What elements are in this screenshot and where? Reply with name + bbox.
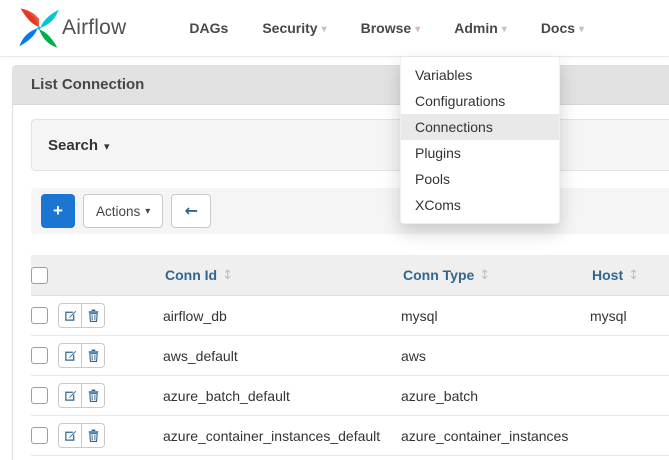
row-actions [58, 383, 105, 408]
search-toggle[interactable]: Search ▾ [31, 119, 669, 171]
trash-icon [88, 349, 99, 362]
menu-item-variables[interactable]: Variables [401, 62, 559, 88]
edit-icon [64, 349, 77, 362]
brand[interactable]: Airflow [18, 7, 126, 49]
edit-icon [64, 309, 77, 322]
edit-button[interactable] [59, 424, 81, 447]
edit-icon [64, 429, 77, 442]
delete-button[interactable] [81, 304, 104, 327]
menu-item-connections[interactable]: Connections [401, 114, 559, 140]
actions-button-label: Actions [96, 204, 140, 219]
nav-item-label: DAGs [189, 20, 228, 36]
actions-button[interactable]: Actions ▾ [83, 194, 163, 228]
list-connection-panel: List Connection Search ▾ + Actions ▾ ← [12, 65, 669, 460]
nav-item-label: Admin [454, 20, 498, 36]
row-actions [58, 423, 105, 448]
cell-conn-id: airflow_db [161, 308, 399, 324]
table-row: azure_batch_default azure_batch [31, 376, 669, 416]
search-label: Search [48, 137, 98, 154]
delete-button[interactable] [81, 384, 104, 407]
panel-body: Search ▾ + Actions ▾ ← [13, 105, 669, 460]
panel-heading: List Connection [13, 66, 669, 105]
edit-button[interactable] [59, 344, 81, 367]
airflow-app: Airflow DAGs Security ▾ Browse ▾ Admin ▾… [0, 0, 669, 460]
back-button[interactable]: ← [171, 194, 211, 228]
arrow-left-icon: ← [185, 203, 198, 219]
menu-item-pools[interactable]: Pools [401, 166, 559, 192]
caret-down-icon: ▾ [579, 24, 584, 35]
caret-down-icon: ▾ [415, 24, 420, 35]
brand-label: Airflow [62, 16, 126, 40]
select-all-checkbox[interactable] [31, 267, 48, 284]
caret-down-icon: ▾ [145, 206, 150, 217]
row-select-checkbox[interactable] [31, 427, 48, 444]
menu-item-configurations[interactable]: Configurations [401, 88, 559, 114]
cell-conn-id: azure_container_instances_default [161, 428, 399, 444]
cell-host: mysql [588, 308, 669, 324]
table-row: aws_default aws [31, 336, 669, 376]
cell-conn-type: azure_batch [399, 388, 588, 404]
cell-conn-id: aws_default [161, 348, 399, 364]
nav-item-label: Security [262, 20, 317, 36]
add-connection-button[interactable]: + [41, 194, 75, 228]
admin-dropdown-menu: Variables Configurations Connections Plu… [400, 57, 560, 224]
nav-item-browse[interactable]: Browse ▾ [344, 0, 438, 56]
column-header-label: Conn Id [165, 267, 217, 283]
nav-item-security[interactable]: Security ▾ [245, 0, 343, 56]
caret-down-icon: ▾ [104, 140, 110, 153]
plus-icon: + [53, 202, 63, 219]
trash-icon [88, 309, 99, 322]
menu-item-xcoms[interactable]: XComs [401, 192, 559, 218]
table-header-row: Conn Id ↕ Conn Type ↕ Host ↕ [31, 255, 669, 296]
table-row: airflow_db mysql mysql [31, 296, 669, 336]
airflow-logo-icon [18, 7, 60, 49]
trash-icon [88, 389, 99, 402]
connections-table: Conn Id ↕ Conn Type ↕ Host ↕ [31, 255, 669, 460]
row-select-checkbox[interactable] [31, 387, 48, 404]
caret-down-icon: ▾ [322, 24, 327, 35]
page-title: List Connection [31, 76, 144, 93]
cell-conn-type: aws [399, 348, 588, 364]
sort-icon: ↕ [222, 268, 233, 283]
edit-icon [64, 389, 77, 402]
toolbar: + Actions ▾ ← [31, 188, 669, 234]
row-select-checkbox[interactable] [31, 347, 48, 364]
delete-button[interactable] [81, 424, 104, 447]
navbar: Airflow DAGs Security ▾ Browse ▾ Admin ▾… [0, 0, 669, 57]
menu-item-plugins[interactable]: Plugins [401, 140, 559, 166]
table-row [31, 456, 669, 460]
trash-icon [88, 429, 99, 442]
table-row: azure_container_instances_default azure_… [31, 416, 669, 456]
column-header-host[interactable]: Host ↕ [588, 267, 669, 283]
cell-conn-type: azure_container_instances [399, 428, 588, 444]
nav-item-dags[interactable]: DAGs [172, 0, 245, 56]
row-select-checkbox[interactable] [31, 307, 48, 324]
delete-button[interactable] [81, 344, 104, 367]
sort-icon: ↕ [628, 268, 639, 283]
column-header-label: Conn Type [403, 267, 474, 283]
column-header-conn-id[interactable]: Conn Id ↕ [161, 267, 399, 283]
edit-button[interactable] [59, 304, 81, 327]
sort-icon: ↕ [479, 268, 490, 283]
column-header-label: Host [592, 267, 623, 283]
column-header-conn-type[interactable]: Conn Type ↕ [399, 267, 588, 283]
cell-conn-id: azure_batch_default [161, 388, 399, 404]
nav-item-admin[interactable]: Admin ▾ [437, 0, 524, 56]
nav-item-label: Docs [541, 20, 575, 36]
caret-down-icon: ▾ [502, 24, 507, 35]
row-actions [58, 303, 105, 328]
nav-menu: DAGs Security ▾ Browse ▾ Admin ▾ Docs ▾ [172, 0, 601, 56]
cell-conn-type: mysql [399, 308, 588, 324]
nav-item-label: Browse [361, 20, 412, 36]
nav-item-docs[interactable]: Docs ▾ [524, 0, 601, 56]
row-actions [58, 343, 105, 368]
edit-button[interactable] [59, 384, 81, 407]
